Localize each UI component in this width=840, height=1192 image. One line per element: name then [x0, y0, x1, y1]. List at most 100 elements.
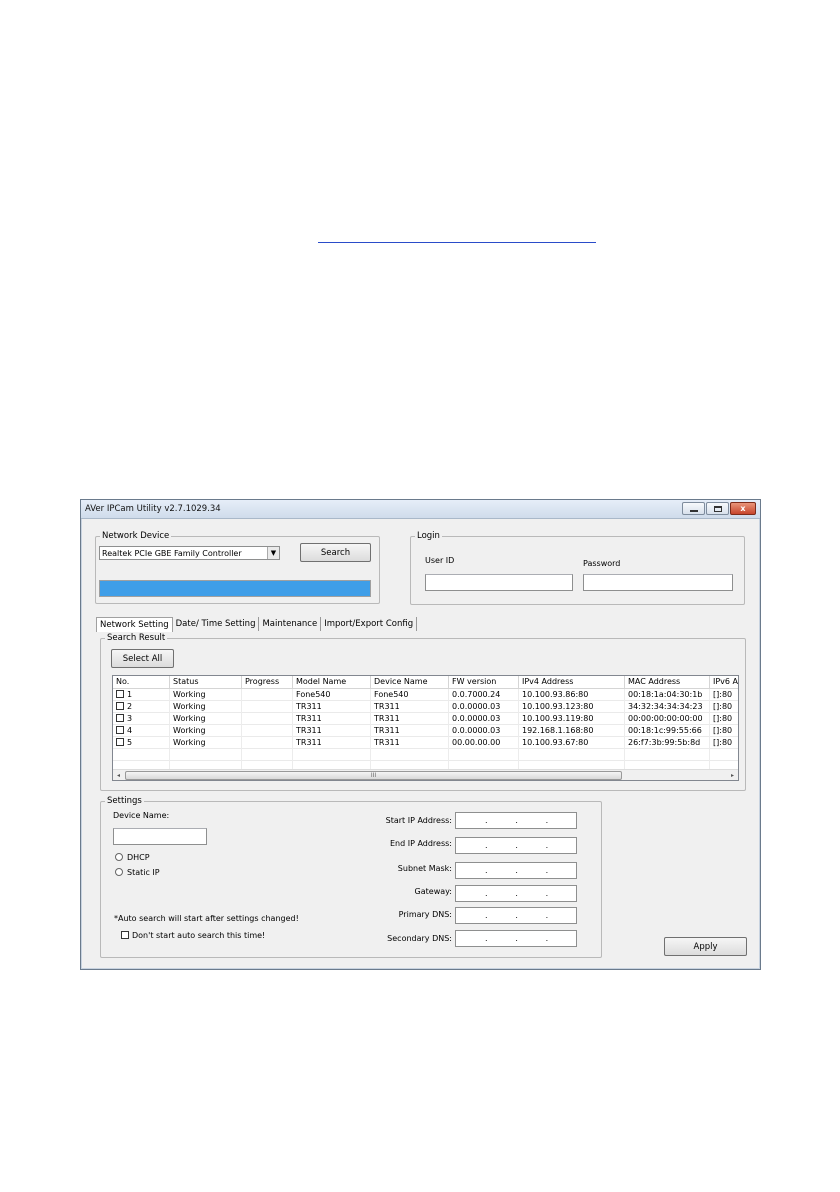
password-input[interactable]	[583, 574, 733, 591]
cell-model-name: TR311	[293, 737, 371, 749]
apply-button[interactable]: Apply	[664, 937, 747, 956]
network-device-selected: Realtek PCIe GBE Family Controller	[102, 548, 242, 558]
ip-dot: .	[515, 816, 518, 825]
cell-status: Working	[170, 701, 242, 713]
title-bar[interactable]: AVer IPCam Utility v2.7.1029.34 x	[81, 500, 760, 519]
cell-text: 5	[127, 738, 133, 747]
column-header-status[interactable]: Status	[170, 676, 242, 689]
table-row[interactable]: 3 Working TR311 TR311 0.0.0000.03 10.100.93.1…	[113, 713, 738, 725]
tab-import-export-config[interactable]: Import/Export Config	[321, 617, 418, 631]
cell-progress	[242, 713, 293, 725]
cell-ipv6-address: []:80	[710, 713, 738, 725]
dhcp-radio[interactable]: DHCP	[115, 853, 150, 862]
tab-date-time-setting[interactable]: Date/ Time Setting	[173, 617, 260, 631]
cell-ipv4-address: 192.168.1.168:80	[519, 725, 625, 737]
gateway-input[interactable]: ...	[455, 885, 577, 902]
row-checkbox[interactable]	[116, 726, 124, 734]
scroll-left-icon[interactable]: ◂	[113, 770, 124, 780]
cell-empty	[625, 749, 710, 761]
cell-text: 00:18:1a:04:30:1b	[628, 690, 703, 699]
cell-ipv4-address: 10.100.93.123:80	[519, 701, 625, 713]
search-button[interactable]: Search	[300, 543, 371, 562]
subnet-mask-label: Subnet Mask:	[397, 864, 452, 873]
cell-empty	[293, 749, 371, 761]
cell-model-name: TR311	[293, 725, 371, 737]
cell-fw-version: 0.0.0000.03	[449, 701, 519, 713]
cell-status: Working	[170, 689, 242, 701]
row-checkbox[interactable]	[116, 702, 124, 710]
maximize-button[interactable]	[706, 502, 729, 515]
cell-mac-address: 00:18:1a:04:30:1b	[625, 689, 710, 701]
cell-mac-address: 26:f7:3b:99:5b:8d	[625, 737, 710, 749]
column-header-no[interactable]: No.	[113, 676, 170, 689]
checkbox-icon	[121, 931, 129, 939]
scroll-right-icon[interactable]: ▸	[727, 770, 738, 780]
ip-dot: .	[545, 911, 549, 920]
tab-network-setting[interactable]: Network Setting	[96, 617, 173, 632]
cell-text: 0.0.7000.24	[452, 690, 501, 699]
table-row[interactable]: 1 Working Fone540 Fone540 0.0.7000.24 10.100.…	[113, 689, 738, 701]
minimize-icon	[689, 509, 698, 512]
minimize-button[interactable]	[682, 502, 705, 515]
table-row[interactable]: 5 Working TR311 TR311 00.00.00.00 10.100.93.6…	[113, 737, 738, 749]
table-row[interactable]: 4 Working TR311 TR311 0.0.0000.03 192.168.1.1…	[113, 725, 738, 737]
horizontal-scrollbar[interactable]: ◂ III ▸	[113, 769, 738, 780]
cell-text: 3	[127, 714, 133, 723]
cell-model-name: TR311	[293, 713, 371, 725]
cell-text: 192.168.1.168:80	[522, 726, 594, 735]
static-ip-radio[interactable]: Static IP	[115, 868, 160, 877]
tab-maintenance[interactable]: Maintenance	[259, 617, 322, 631]
ip-dot: .	[485, 841, 488, 850]
cell-empty	[449, 749, 519, 761]
column-header-fw-version[interactable]: FW version	[449, 676, 519, 689]
network-device-legend: Network Device	[102, 531, 170, 541]
ip-dot: .	[515, 866, 518, 875]
cell-text: TR311	[374, 726, 400, 735]
ip-dot: .	[485, 816, 488, 825]
user-id-label: User ID	[425, 556, 455, 565]
user-id-input[interactable]	[425, 574, 573, 591]
primary-dns-label: Primary DNS:	[398, 910, 452, 919]
cell-text: TR311	[374, 738, 400, 747]
cell-progress	[242, 689, 293, 701]
ip-dot: .	[545, 866, 549, 875]
tab-strip: Network Setting Date/ Time Setting Maint…	[96, 617, 418, 632]
cell-text: 0.0.0000.03	[452, 714, 501, 723]
column-header-mac-address[interactable]: MAC Address	[625, 676, 710, 689]
cell-status: Working	[170, 737, 242, 749]
chevron-down-icon[interactable]: ▼	[267, 547, 279, 559]
cell-progress	[242, 737, 293, 749]
column-header-progress[interactable]: Progress	[242, 676, 293, 689]
document-link-underline	[318, 242, 596, 243]
network-device-select[interactable]: Realtek PCIe GBE Family Controller ▼	[99, 546, 280, 560]
dont-auto-search-label: Don't start auto search this time!	[132, 931, 266, 940]
cell-text: []:80	[713, 714, 733, 723]
table-row[interactable]: 2 Working TR311 TR311 0.0.0000.03 10.100.93.1…	[113, 701, 738, 713]
end-ip-input[interactable]: ...	[455, 837, 577, 854]
primary-dns-input[interactable]: ...	[455, 907, 577, 924]
scrollbar-thumb[interactable]: III	[125, 771, 622, 780]
cell-mac-address: 34:32:34:34:34:23	[625, 701, 710, 713]
start-ip-input[interactable]: ...	[455, 812, 577, 829]
cell-empty	[113, 749, 170, 761]
cell-ipv4-address: 10.100.93.86:80	[519, 689, 625, 701]
column-header-ipv6-address[interactable]: IPv6 A	[710, 676, 738, 689]
secondary-dns-input[interactable]: ...	[455, 930, 577, 947]
subnet-mask-input[interactable]: ...	[455, 862, 577, 879]
column-header-model-name[interactable]: Model Name	[293, 676, 371, 689]
dont-auto-search-checkbox[interactable]: Don't start auto search this time!	[121, 931, 265, 940]
cell-ipv4-address: 10.100.93.119:80	[519, 713, 625, 725]
cell-fw-version: 0.0.7000.24	[449, 689, 519, 701]
ip-dot: .	[515, 841, 518, 850]
row-checkbox[interactable]	[116, 690, 124, 698]
row-checkbox[interactable]	[116, 738, 124, 746]
select-all-button[interactable]: Select All	[111, 649, 174, 668]
start-ip-label: Start IP Address:	[385, 816, 452, 825]
close-button[interactable]: x	[730, 502, 756, 515]
column-header-ipv4-address[interactable]: IPv4 Address	[519, 676, 625, 689]
ip-dot: .	[545, 816, 549, 825]
device-name-input[interactable]	[113, 828, 207, 845]
cell-text: 1	[127, 690, 133, 699]
column-header-device-name[interactable]: Device Name	[371, 676, 449, 689]
row-checkbox[interactable]	[116, 714, 124, 722]
